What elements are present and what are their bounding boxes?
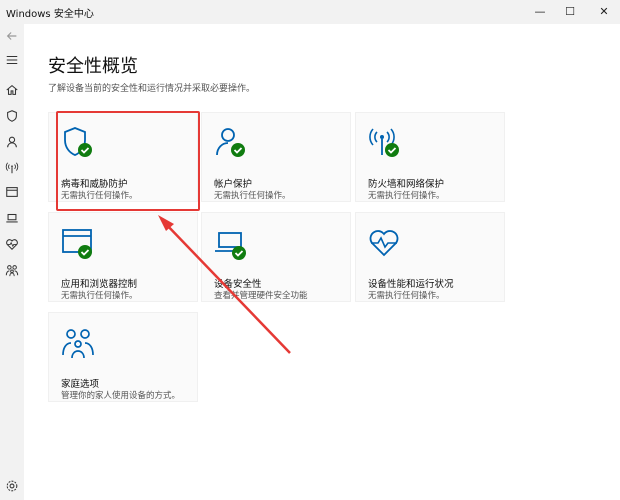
window-title: Windows 安全中心 [6,9,94,20]
tile-status: 无需执行任何操作。 [61,291,138,301]
heart-pulse-icon [368,225,402,261]
tile-status: 无需执行任何操作。 [368,291,445,301]
laptop-check-icon [214,225,248,261]
back-arrow-icon[interactable] [4,28,20,44]
hamburger-menu-icon[interactable] [4,52,20,68]
antenna-check-icon [368,125,402,161]
tile-status: 无需执行任何操作。 [214,191,291,201]
tile-label: 应用和浏览器控制 [61,279,138,290]
tile-app-browser-control[interactable]: 应用和浏览器控制 无需执行任何操作。 [48,212,198,302]
home-icon[interactable] [4,82,20,98]
heart-pulse-icon[interactable] [4,236,20,252]
close-button[interactable]: ✕ [590,0,618,24]
annotation-highlight-box [56,111,200,211]
family-icon [61,325,95,361]
minimize-button[interactable]: — [526,0,554,24]
shield-icon[interactable] [4,108,20,124]
person-check-icon [214,125,248,161]
tile-device-security[interactable]: 设备安全性 查看并管理硬件安全功能 [201,212,351,302]
tile-label: 设备安全性 [214,279,262,290]
family-icon[interactable] [4,262,20,278]
person-icon[interactable] [4,134,20,150]
tile-status: 管理你的家人使用设备的方式。 [61,391,181,401]
wifi-signal-icon[interactable] [4,160,20,176]
page-title: 安全性概览 [48,56,138,77]
maximize-button[interactable]: ☐ [556,0,584,24]
tile-label: 防火墙和网络保护 [368,179,445,190]
browser-window-icon[interactable] [4,184,20,200]
tile-label: 设备性能和运行状况 [368,279,454,290]
title-bar: Windows 安全中心 — ☐ ✕ [0,0,620,24]
tile-status: 查看并管理硬件安全功能 [214,291,308,301]
sidebar [0,24,24,500]
main-content: 安全性概览 了解设备当前的安全性和运行情况并采取必要操作。 病毒和威胁防护 无需… [24,24,620,500]
laptop-icon[interactable] [4,210,20,226]
gear-icon[interactable] [4,478,20,494]
page-subtitle: 了解设备当前的安全性和运行情况并采取必要操作。 [48,84,256,94]
tile-device-performance-health[interactable]: 设备性能和运行状况 无需执行任何操作。 [355,212,505,302]
tile-status: 无需执行任何操作。 [368,191,445,201]
tile-firewall-network-protection[interactable]: 防火墙和网络保护 无需执行任何操作。 [355,112,505,202]
tile-account-protection[interactable]: 帐户保护 无需执行任何操作。 [201,112,351,202]
tile-label: 帐户保护 [214,179,253,190]
tile-family-options[interactable]: 家庭选项 管理你的家人使用设备的方式。 [48,312,198,402]
browser-check-icon [61,225,95,261]
tile-label: 家庭选项 [61,379,100,390]
